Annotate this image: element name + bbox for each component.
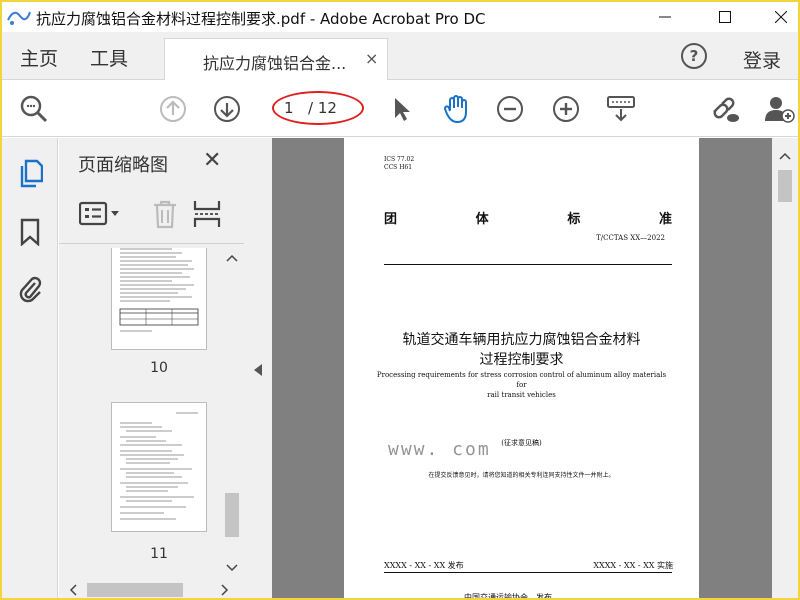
zoom-search-icon[interactable]: [18, 93, 50, 125]
standard-number: T/CCTAS XX—2022: [596, 234, 665, 242]
thumbnail-page-11[interactable]: [111, 402, 207, 532]
close-panel-icon[interactable]: ✕: [203, 148, 221, 173]
login-button[interactable]: 登录: [743, 46, 781, 73]
patent-notice: 在提交反馈意见时，请将您知道的相关专利连同支持性文件一并附上。: [428, 472, 615, 479]
close-window-button[interactable]: [758, 2, 798, 32]
document-vertical-scrollbar[interactable]: [772, 138, 798, 598]
thumbnail-page-number: 11: [150, 546, 168, 562]
delete-page-icon[interactable]: [152, 199, 178, 233]
bookmarks-icon[interactable]: [16, 218, 44, 246]
site-watermark: www. com: [388, 439, 491, 460]
collapse-panel-icon[interactable]: [254, 364, 262, 376]
ics-code: ICS 77.02 CCS H61: [384, 156, 414, 172]
title-char: 准: [658, 212, 672, 227]
thumbnail-page-number: 10: [150, 360, 168, 376]
thumbnail-horizontal-scrollbar[interactable]: [65, 579, 235, 598]
thumbnail-vertical-scrollbar[interactable]: [221, 248, 241, 578]
document-view[interactable]: ICS 77.02 CCS H61 团 体 标 准 T/CCTAS XX—202…: [272, 138, 772, 600]
main-title-line: 轨道交通车辆用抗应力腐蚀铝合金材料: [402, 332, 641, 348]
header-rule: [384, 264, 672, 265]
page-navigator: 1 / 12: [272, 91, 364, 125]
tab-bar: 主页 工具 抗应力腐蚀铝合金... × ? 登录: [2, 32, 798, 80]
scrollbar-thumb[interactable]: [225, 493, 239, 537]
footer-rule: [384, 572, 672, 573]
zoom-in-icon[interactable]: [550, 93, 582, 125]
main-toolbar: 1 / 12: [2, 81, 798, 137]
tab-tools[interactable]: 工具: [90, 44, 128, 71]
insert-page-icon[interactable]: [193, 199, 221, 233]
title-bar: 抗应力腐蚀铝合金材料过程控制要求.pdf - Adobe Acrobat Pro…: [2, 2, 798, 32]
hand-tool-icon[interactable]: [440, 93, 472, 125]
page-thumbnails-icon[interactable]: [16, 159, 44, 188]
watermark-logo: [6, 6, 32, 28]
page-up-icon[interactable]: [157, 93, 189, 125]
close-tab-icon[interactable]: ×: [365, 49, 378, 68]
navigation-rail: [2, 138, 58, 598]
thumbnail-list: 10 11: [59, 248, 244, 578]
add-user-icon[interactable]: [763, 93, 795, 125]
maximize-button[interactable]: [702, 2, 748, 32]
total-pages: / 12: [308, 99, 337, 117]
main-title-line: 过程控制要求: [479, 352, 564, 368]
page-down-icon[interactable]: [211, 93, 243, 125]
ccs-line: CCS H61: [384, 164, 413, 171]
panel-title: 页面缩略图: [78, 155, 168, 176]
english-title-line: Processing requirements for stress corro…: [376, 371, 667, 389]
english-title: Processing requirements for stress corro…: [374, 370, 669, 400]
title-char: 标: [567, 212, 581, 227]
scrollbar-thumb[interactable]: [87, 583, 183, 597]
title-char: 团: [384, 212, 398, 227]
implementation-date: XXXX - XX - XX 实施: [593, 561, 673, 570]
thumbnail-options-icon[interactable]: [78, 201, 123, 231]
panel-collapse-strip[interactable]: [244, 138, 272, 598]
window-title: 抗应力腐蚀铝合金材料过程控制要求.pdf - Adobe Acrobat Pro…: [36, 10, 486, 28]
document-tab-label: 抗应力腐蚀铝合金...: [203, 54, 347, 73]
tab-home[interactable]: 主页: [20, 44, 58, 71]
standard-type-title: 团 体 标 准: [384, 208, 672, 227]
current-page-input[interactable]: 1: [284, 99, 294, 117]
select-cursor-icon[interactable]: [386, 93, 418, 125]
panel-toolbar: [59, 188, 244, 244]
ics-line: ICS 77.02: [384, 156, 415, 163]
issue-date: XXXX - XX - XX 发布: [384, 561, 464, 570]
attachments-icon[interactable]: [16, 274, 44, 303]
scrollbar-thumb[interactable]: [778, 170, 792, 202]
share-link-icon[interactable]: [709, 93, 741, 125]
minimize-button[interactable]: [642, 2, 688, 32]
thumbnail-page-10[interactable]: [111, 248, 207, 350]
acrobat-window: 抗应力腐蚀铝合金材料过程控制要求.pdf - Adobe Acrobat Pro…: [0, 0, 800, 600]
help-icon[interactable]: ?: [681, 43, 707, 69]
publisher-line: 中国交通运输协会 发布: [464, 593, 552, 600]
document-page: ICS 77.02 CCS H61 团 体 标 准 T/CCTAS XX—202…: [344, 138, 699, 600]
zoom-out-icon[interactable]: [494, 93, 526, 125]
keyboard-scroll-icon[interactable]: [605, 93, 637, 125]
english-title-line: rail transit vehicles: [487, 391, 556, 399]
thumbnail-panel: 页面缩略图 ✕ 10 11: [59, 138, 244, 598]
tab-document[interactable]: 抗应力腐蚀铝合金... ×: [164, 38, 388, 80]
document-main-title: 轨道交通车辆用抗应力腐蚀铝合金材料 过程控制要求: [364, 330, 679, 370]
title-char: 体: [475, 212, 489, 227]
